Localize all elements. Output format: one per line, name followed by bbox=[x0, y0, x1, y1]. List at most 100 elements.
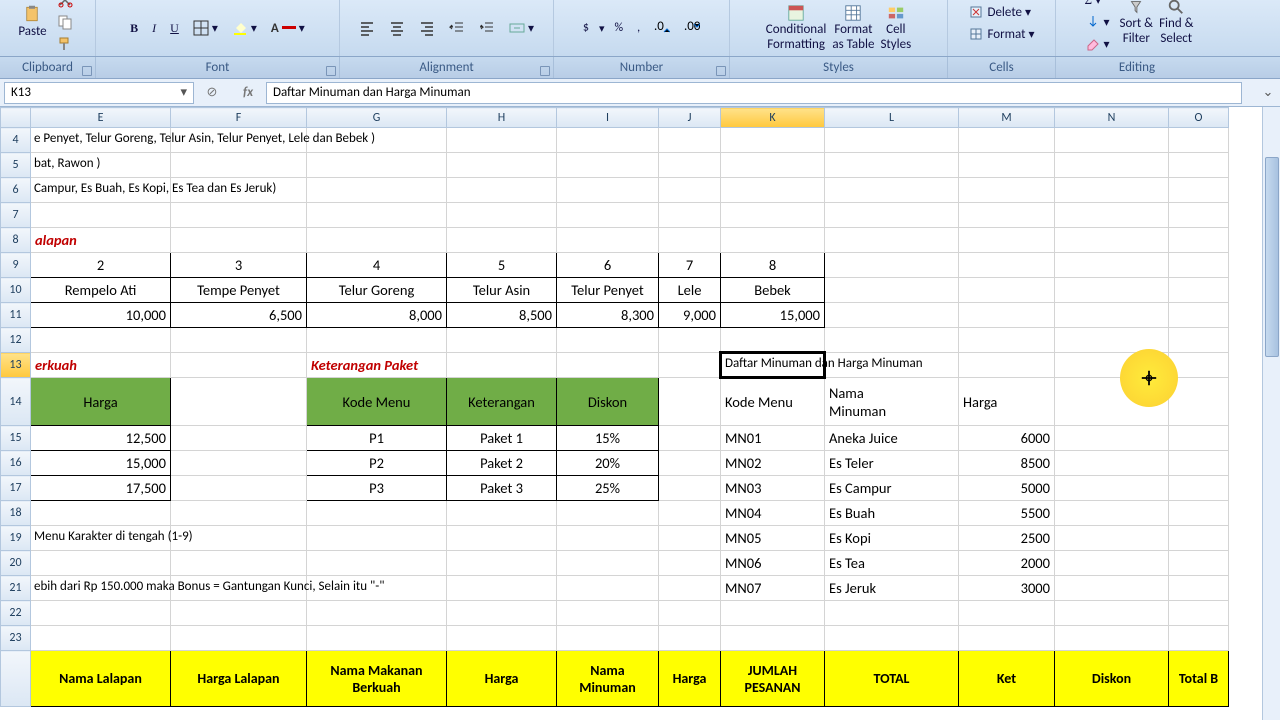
cell[interactable] bbox=[557, 501, 659, 526]
cell[interactable]: Rempelo Ati bbox=[31, 278, 171, 303]
cell[interactable] bbox=[557, 228, 659, 253]
cell[interactable] bbox=[171, 551, 307, 576]
cell[interactable] bbox=[825, 253, 959, 278]
cell[interactable] bbox=[1169, 253, 1229, 278]
cell[interactable]: 9,000 bbox=[659, 303, 721, 328]
cell[interactable]: Bebek bbox=[721, 278, 825, 303]
cell[interactable] bbox=[557, 153, 659, 178]
cell[interactable]: 5 bbox=[447, 253, 557, 278]
increase-indent-button[interactable] bbox=[475, 18, 499, 38]
col-header[interactable]: F bbox=[171, 108, 307, 128]
cell[interactable]: Telur Penyet bbox=[557, 278, 659, 303]
row-header[interactable]: 16 bbox=[1, 451, 31, 476]
cell[interactable] bbox=[959, 178, 1055, 203]
cell[interactable]: e Penyet, Telur Goreng, Telur Asin, Telu… bbox=[31, 128, 171, 153]
cell[interactable] bbox=[825, 328, 959, 353]
cell[interactable]: Es Tea bbox=[825, 551, 959, 576]
col-header[interactable]: K bbox=[721, 108, 825, 128]
cell[interactable]: MN02 bbox=[721, 451, 825, 476]
scrollbar-thumb[interactable] bbox=[1265, 157, 1279, 357]
row-header[interactable]: 14 bbox=[1, 378, 31, 426]
cell[interactable] bbox=[659, 203, 721, 228]
cell[interactable] bbox=[659, 451, 721, 476]
cell[interactable]: Paket 3 bbox=[447, 476, 557, 501]
cell[interactable] bbox=[447, 128, 557, 153]
font-color-button[interactable]: A▾ bbox=[267, 19, 309, 38]
cell[interactable]: Daftar Minuman dan Harga Minuman bbox=[721, 353, 825, 378]
cell[interactable] bbox=[1055, 476, 1169, 501]
cell[interactable] bbox=[825, 601, 959, 626]
cell[interactable] bbox=[447, 228, 557, 253]
cell[interactable] bbox=[659, 601, 721, 626]
cell[interactable] bbox=[31, 328, 171, 353]
col-header[interactable]: O bbox=[1169, 108, 1229, 128]
cell[interactable] bbox=[557, 526, 659, 551]
cell[interactable] bbox=[959, 253, 1055, 278]
merge-button[interactable]: ▾ bbox=[505, 18, 538, 38]
cell[interactable] bbox=[307, 626, 447, 651]
borders-button[interactable]: ▾ bbox=[189, 18, 222, 38]
cell[interactable] bbox=[171, 203, 307, 228]
cell[interactable] bbox=[31, 626, 171, 651]
cell[interactable]: Aneka Juice bbox=[825, 426, 959, 451]
cell[interactable]: Menu Karakter di tengah (1-9) bbox=[31, 526, 171, 551]
cell[interactable] bbox=[171, 153, 307, 178]
cell[interactable] bbox=[171, 476, 307, 501]
align-left-button[interactable] bbox=[355, 18, 379, 38]
cell[interactable] bbox=[959, 153, 1055, 178]
cell[interactable]: 20% bbox=[557, 451, 659, 476]
cell[interactable] bbox=[171, 426, 307, 451]
cell[interactable]: 8,500 bbox=[447, 303, 557, 328]
cell[interactable]: Nama Minuman bbox=[557, 651, 659, 707]
dialog-launcher-icon[interactable] bbox=[540, 66, 550, 76]
cell[interactable] bbox=[171, 601, 307, 626]
cell[interactable]: MN06 bbox=[721, 551, 825, 576]
format-painter-button[interactable] bbox=[53, 34, 77, 54]
cell[interactable] bbox=[447, 601, 557, 626]
cell[interactable]: 3000 bbox=[959, 576, 1055, 601]
cell[interactable] bbox=[31, 601, 171, 626]
cell[interactable] bbox=[307, 551, 447, 576]
cell[interactable] bbox=[557, 178, 659, 203]
cell[interactable]: 4 bbox=[307, 253, 447, 278]
clear-button[interactable]: ▾ bbox=[1081, 34, 1114, 54]
cell[interactable] bbox=[1169, 451, 1229, 476]
underline-button[interactable]: U bbox=[166, 19, 183, 38]
cell[interactable]: Kode Menu bbox=[307, 378, 447, 426]
cell[interactable] bbox=[447, 153, 557, 178]
cell[interactable] bbox=[825, 178, 959, 203]
cell[interactable] bbox=[307, 178, 447, 203]
cell[interactable]: Telur Goreng bbox=[307, 278, 447, 303]
cell[interactable] bbox=[1169, 203, 1229, 228]
cell[interactable] bbox=[825, 303, 959, 328]
cell[interactable] bbox=[307, 501, 447, 526]
cell[interactable]: 8,000 bbox=[307, 303, 447, 328]
dialog-launcher-icon[interactable] bbox=[82, 66, 92, 76]
cell[interactable] bbox=[659, 328, 721, 353]
format-as-table-button[interactable]: Format as Table bbox=[832, 4, 874, 52]
cell[interactable] bbox=[721, 626, 825, 651]
cell[interactable] bbox=[721, 601, 825, 626]
row-header[interactable]: 5 bbox=[1, 153, 31, 178]
cell[interactable] bbox=[659, 426, 721, 451]
cell[interactable] bbox=[825, 128, 959, 153]
cell[interactable]: P2 bbox=[307, 451, 447, 476]
cell[interactable] bbox=[659, 576, 721, 601]
cell[interactable] bbox=[1055, 228, 1169, 253]
row-header[interactable]: 15 bbox=[1, 426, 31, 451]
cell[interactable] bbox=[31, 501, 171, 526]
cell[interactable] bbox=[1055, 426, 1169, 451]
cell[interactable] bbox=[721, 153, 825, 178]
cell[interactable]: P3 bbox=[307, 476, 447, 501]
col-header[interactable]: J bbox=[659, 108, 721, 128]
cell[interactable] bbox=[659, 153, 721, 178]
cell[interactable]: 6 bbox=[557, 253, 659, 278]
cell[interactable]: Kode Menu bbox=[721, 378, 825, 426]
cell[interactable]: MN07 bbox=[721, 576, 825, 601]
cell[interactable]: P1 bbox=[307, 426, 447, 451]
row-header[interactable]: 10 bbox=[1, 278, 31, 303]
cell[interactable] bbox=[959, 303, 1055, 328]
cell[interactable] bbox=[1169, 378, 1229, 426]
cell[interactable] bbox=[171, 501, 307, 526]
cell[interactable] bbox=[1055, 626, 1169, 651]
